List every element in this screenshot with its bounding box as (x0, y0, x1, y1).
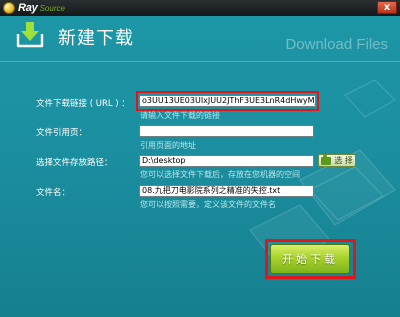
download-window: Ray Source x 新建下载 Download Files 文件下载链接 … (0, 0, 400, 317)
file-name-label: 文件名： (36, 188, 71, 198)
save-path-input[interactable]: D:\desktop (139, 155, 314, 167)
page-subtitle: Download Files (285, 36, 388, 53)
folder-icon (321, 154, 332, 165)
browse-label: 选 择 (334, 156, 353, 165)
file-name-input[interactable]: 08.九把刀电影院系列之精准的失控.txt (139, 185, 314, 197)
save-path-label: 选择文件存放路径： (36, 158, 113, 168)
title-bar: Ray Source x (0, 0, 400, 16)
referer-label: 文件引用页： (36, 128, 88, 138)
referer-input[interactable] (139, 125, 314, 137)
url-input[interactable]: o3UU13UE03UIxJUU2JThF3UE3LnR4dHwyMjq3NTq… (139, 95, 316, 107)
app-logo: Ray Source (3, 1, 65, 15)
browse-button[interactable]: 选 择 (318, 154, 356, 167)
file-name-hint: 您可以按照需要，定义该文件的文件名 (140, 200, 276, 209)
download-arrow-icon (16, 22, 44, 48)
logo-mark-icon (3, 2, 15, 14)
page-title: 新建下载 (58, 28, 134, 49)
logo-subtext: Source (39, 3, 65, 13)
save-path-hint: 您可以选择文件下载后，存放在您机器的空间 (140, 170, 300, 179)
logo-text: Ray (18, 2, 38, 14)
referer-hint: 引用页面的地址 (140, 141, 196, 150)
header-divider (0, 61, 400, 62)
start-download-highlight (265, 239, 356, 279)
url-label: 文件下载链接 ( URL ) ： (36, 99, 130, 109)
close-button[interactable]: x (377, 1, 397, 14)
url-hint: 请输入文件下载的链接 (140, 111, 220, 120)
